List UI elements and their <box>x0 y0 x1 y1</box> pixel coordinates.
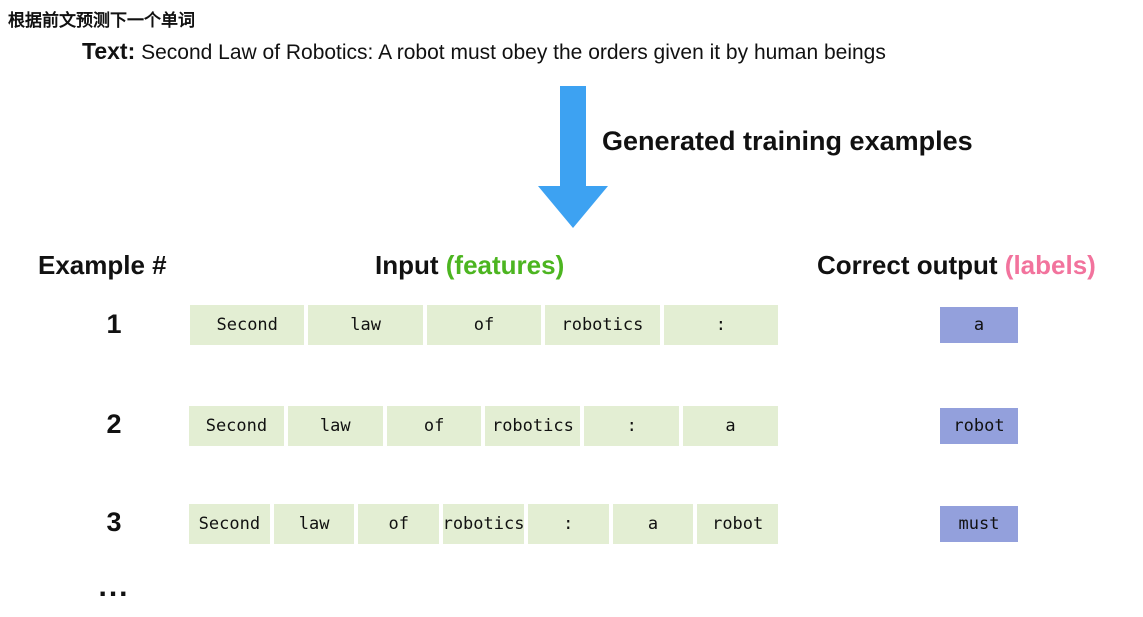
column-header-input-main: Input <box>375 250 439 280</box>
ellipsis-more-rows: ... <box>98 570 130 603</box>
source-text-body: Second Law of Robotics: A robot must obe… <box>141 41 886 64</box>
output-label-box: must <box>940 506 1018 542</box>
token-cell: Second <box>189 406 284 446</box>
token-cell: a <box>683 406 778 446</box>
generated-examples-label: Generated training examples <box>602 126 973 156</box>
token-cell: robotics <box>443 504 524 544</box>
output-label-box: robot <box>940 408 1018 444</box>
example-number-1: 1 <box>106 309 122 339</box>
column-header-input-accent: (features) <box>445 250 565 280</box>
token-cell: robot <box>697 504 779 544</box>
token-cell: : <box>584 406 680 446</box>
token-cell: of <box>358 504 440 544</box>
table-row: Second law of robotics : a <box>189 406 778 446</box>
table-row: Second law of robotics : a robot <box>189 504 779 544</box>
token-cell: of <box>426 305 542 345</box>
token-cell: law <box>273 504 355 544</box>
down-arrow-icon <box>538 86 608 228</box>
token-cell: Second <box>189 504 270 544</box>
token-cell: : <box>527 504 609 544</box>
token-cell: Second <box>190 305 305 345</box>
token-cell: robotics <box>545 305 660 345</box>
token-cell: a <box>612 504 694 544</box>
chinese-caption: 根据前文预测下一个单词 <box>8 11 195 30</box>
source-text-line: Text: Second Law of Robotics: A robot mu… <box>82 38 886 65</box>
token-cell: robotics <box>485 406 581 446</box>
token-cell: law <box>308 305 423 345</box>
output-label-box: a <box>940 307 1018 343</box>
token-cell: of <box>386 406 482 446</box>
table-row: Second law of robotics : <box>190 305 779 345</box>
column-header-output: Correct output (labels) <box>817 250 1096 281</box>
text-label: Text: <box>82 38 136 64</box>
example-number-3: 3 <box>106 507 122 537</box>
token-cell: law <box>287 406 383 446</box>
example-number-2: 2 <box>106 409 122 439</box>
column-header-output-main: Correct output <box>817 250 998 280</box>
token-cell: : <box>663 305 779 345</box>
column-header-input: Input (features) <box>375 250 564 281</box>
column-header-example: Example # <box>38 250 167 280</box>
column-header-output-accent: (labels) <box>1004 250 1096 280</box>
